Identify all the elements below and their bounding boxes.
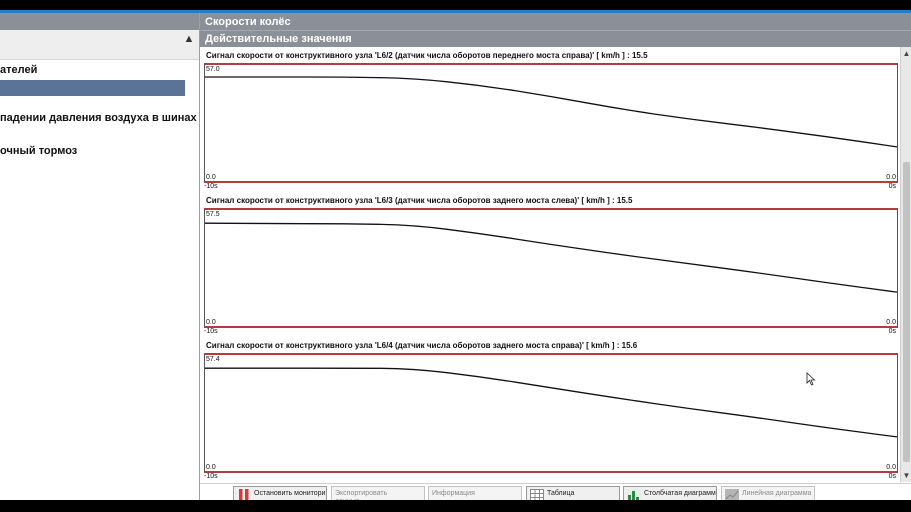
x-right-label: 0s [888, 473, 896, 480]
y-min-label-right: 0.0 [886, 464, 896, 471]
scroll-down-icon[interactable]: ▼ [902, 471, 911, 480]
chart-block-2: Сигнал скорости от конструктивного узла … [200, 196, 900, 339]
chart-block-1: Сигнал скорости от конструктивного узла … [200, 51, 900, 194]
x-right-label: 0s [888, 328, 896, 335]
nav-item-label: очный тормоз [0, 145, 78, 157]
left-navigation-panel: ▲ ателей падении давления воздуха в шина… [0, 13, 200, 500]
button-label: Таблица [547, 490, 575, 497]
nav-item-brake[interactable]: очный тормоз [0, 145, 77, 157]
nav-item-label: ателей [0, 64, 38, 76]
bottom-black-band [0, 500, 911, 512]
left-panel-subheader: ▲ [0, 30, 200, 60]
nav-item-tire-pressure[interactable]: падении давления воздуха в шинах [0, 112, 197, 124]
page-title: Скорости колёс [200, 13, 911, 30]
bottom-toolbar: Остановить мониторинг Экспортировать дан… [200, 483, 911, 502]
left-panel-header [0, 13, 200, 30]
nav-item-1[interactable]: ателей [0, 64, 37, 76]
y-max-label: 57.0 [206, 66, 220, 73]
chart-title: Сигнал скорости от конструктивного узла … [206, 341, 638, 350]
y-min-label: 0.0 [206, 319, 216, 326]
nav-item-selected[interactable] [0, 80, 185, 96]
chart-svg [205, 367, 897, 438]
y-min-label: 0.0 [206, 464, 216, 471]
x-left-label: -10s [204, 473, 218, 480]
main-content-panel: Скорости колёс Действительные значения С… [200, 13, 911, 502]
button-label: Линейная диаграмма [742, 490, 812, 497]
series-line [205, 367, 897, 438]
x-left-label: -10s [204, 328, 218, 335]
scrollbar-thumb[interactable] [903, 162, 910, 462]
y-min-label: 0.0 [206, 174, 216, 181]
chart-title: Сигнал скорости от конструктивного узла … [206, 196, 633, 205]
nav-item-label: падении давления воздуха в шинах [0, 112, 197, 124]
y-min-label-right: 0.0 [886, 319, 896, 326]
chart-svg [205, 76, 897, 148]
chart-plot-area: 57.4 0.0 0.0 [204, 353, 898, 473]
x-left-label: -10s [204, 183, 218, 190]
y-max-label: 57.5 [206, 211, 220, 218]
chevron-up-icon[interactable]: ▲ [183, 33, 195, 45]
chart-title: Сигнал скорости от конструктивного узла … [206, 51, 648, 60]
y-max-label: 57.4 [206, 356, 220, 363]
y-min-label-right: 0.0 [886, 174, 896, 181]
vertical-scrollbar[interactable]: ▲ ▼ [900, 47, 911, 482]
mouse-cursor-icon [806, 372, 816, 386]
button-label: Информация [432, 490, 475, 497]
series-line [205, 76, 897, 148]
series-line [205, 222, 897, 293]
page-subtitle: Действительные значения [200, 30, 911, 47]
scroll-up-icon[interactable]: ▲ [902, 49, 911, 58]
button-label: Остановить мониторинг [254, 490, 327, 497]
button-label: Столбчатая диаграмма [644, 490, 717, 497]
chart-block-3: Сигнал скорости от конструктивного узла … [200, 341, 900, 484]
chart-svg [205, 222, 897, 293]
chart-plot-area: 57.5 0.0 0.0 [204, 208, 898, 328]
x-right-label: 0s [888, 183, 896, 190]
chart-plot-area: 57.0 0.0 0.0 [204, 63, 898, 183]
